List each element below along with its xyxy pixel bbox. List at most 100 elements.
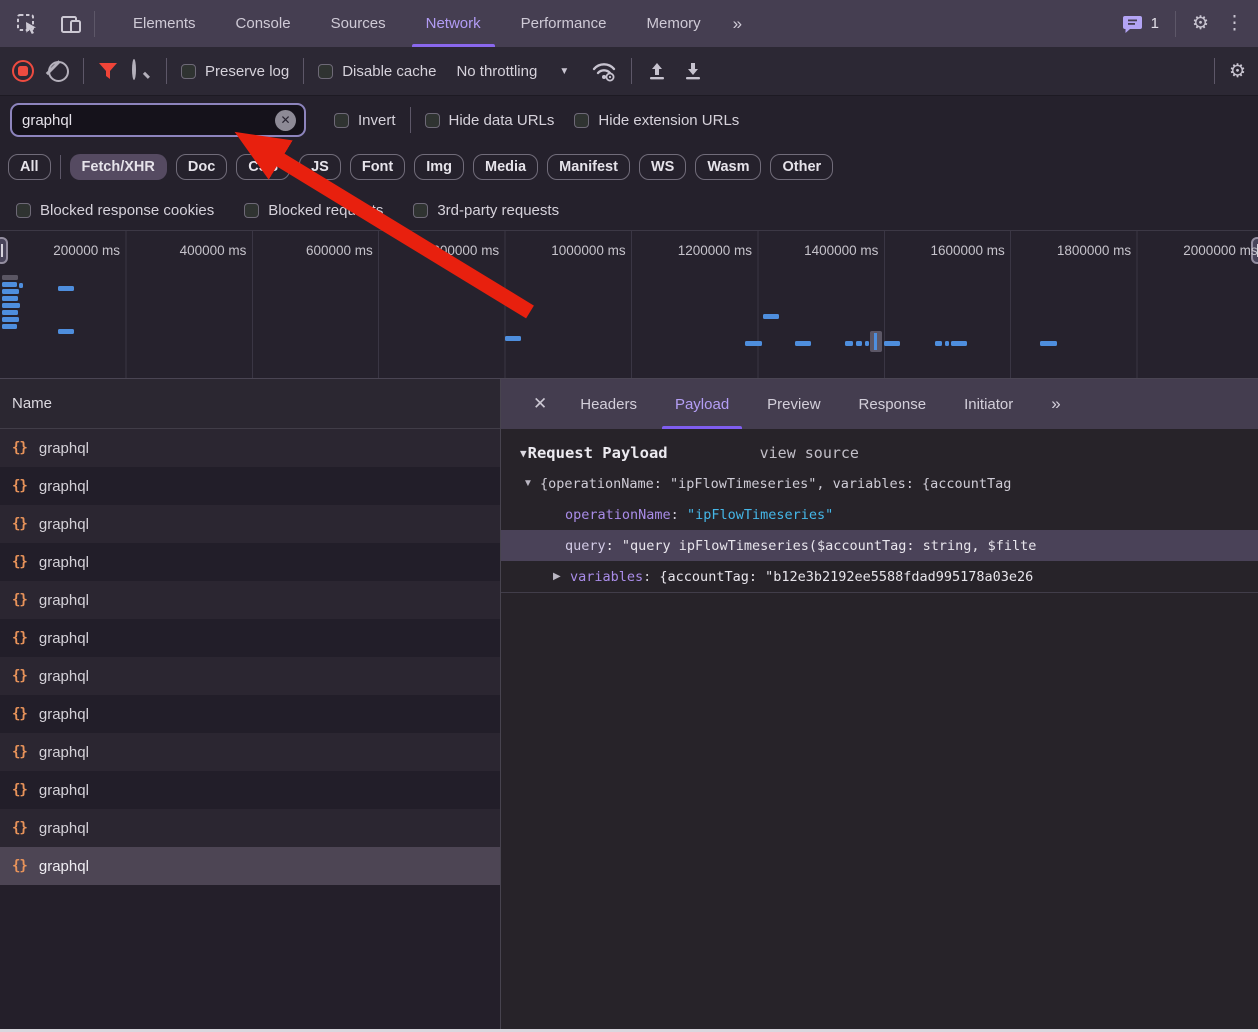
throttling-dropdown[interactable]: No throttling ▼: [456, 63, 569, 80]
request-timing-bar: [2, 324, 17, 329]
payload-line[interactable]: ▼{operationName: "ipFlowTimeseries", var…: [501, 468, 1258, 499]
more-details-tabs-button[interactable]: »: [1036, 379, 1073, 429]
clear-filter-icon[interactable]: ✕: [275, 110, 296, 131]
payload-tree: ▼{operationName: "ipFlowTimeseries", var…: [501, 468, 1258, 592]
network-settings-gear-icon[interactable]: ⚙: [1229, 62, 1246, 81]
type-filter-doc[interactable]: Doc: [176, 154, 227, 180]
settings-gear-icon[interactable]: ⚙: [1192, 14, 1209, 33]
request-timing-bar: [935, 341, 942, 346]
twisty-closed-icon[interactable]: ▶: [553, 571, 570, 582]
close-details-icon[interactable]: ✕: [519, 394, 561, 414]
request-timing-bar: [2, 282, 17, 287]
type-filter-manifest[interactable]: Manifest: [547, 154, 630, 180]
filter-bar: ✕ Invert Hide data URLs Hide extension U…: [0, 96, 1258, 144]
table-row-request[interactable]: {}graphql: [0, 429, 500, 467]
tab-elements[interactable]: Elements: [113, 0, 216, 47]
type-filter-fetch-xhr[interactable]: Fetch/XHR: [70, 154, 167, 180]
network-overview-timeline[interactable]: 200000 ms400000 ms600000 ms800000 ms1000…: [0, 231, 1258, 379]
checkbox[interactable]: [425, 113, 440, 128]
fetch-xhr-icon: {}: [12, 858, 27, 874]
twisty-open-icon[interactable]: ▼: [523, 478, 540, 489]
type-filter-ws[interactable]: WS: [639, 154, 686, 180]
tab-network[interactable]: Network: [406, 0, 501, 47]
blocked-response-cookies-checkbox[interactable]: Blocked response cookies: [16, 202, 214, 219]
filter-input[interactable]: [22, 112, 275, 129]
search-icon[interactable]: [132, 61, 152, 81]
type-filter-media[interactable]: Media: [473, 154, 538, 180]
tab-initiator[interactable]: Initiator: [949, 379, 1028, 429]
hide-extension-urls-checkbox[interactable]: Hide extension URLs: [574, 112, 739, 129]
view-source-link[interactable]: view source: [760, 444, 859, 462]
preserve-log-checkbox[interactable]: Preserve log: [181, 63, 289, 80]
table-row-request[interactable]: {}graphql: [0, 619, 500, 657]
issues-button[interactable]: 1: [1122, 14, 1159, 34]
checkbox[interactable]: [181, 64, 196, 79]
fetch-xhr-icon: {}: [12, 440, 27, 456]
tab-payload[interactable]: Payload: [660, 379, 744, 429]
table-row-request[interactable]: {}graphql: [0, 809, 500, 847]
table-row-request[interactable]: {}graphql: [0, 771, 500, 809]
filter-icon[interactable]: [98, 62, 118, 80]
table-row-request[interactable]: {}graphql: [0, 695, 500, 733]
request-timing-bar: [763, 314, 779, 319]
request-name: graphql: [39, 858, 89, 875]
checkbox[interactable]: [413, 203, 428, 218]
checkbox[interactable]: [244, 203, 259, 218]
table-row-request[interactable]: {}graphql: [0, 543, 500, 581]
twisty-open-icon: ▼: [520, 447, 527, 460]
fetch-xhr-icon: {}: [12, 478, 27, 494]
table-row-request[interactable]: {}graphql: [0, 657, 500, 695]
table-row-request[interactable]: {}graphql: [0, 467, 500, 505]
clear-network-log-button[interactable]: [48, 61, 69, 82]
hide-data-urls-checkbox[interactable]: Hide data URLs: [425, 112, 555, 129]
table-row-request[interactable]: {}graphql: [0, 581, 500, 619]
type-filter-all[interactable]: All: [8, 154, 51, 180]
import-har-icon[interactable]: [646, 60, 668, 82]
more-panels-button[interactable]: »: [721, 0, 752, 47]
type-filter-wasm[interactable]: Wasm: [695, 154, 761, 180]
tab-preview[interactable]: Preview: [752, 379, 835, 429]
inspect-element-icon[interactable]: [14, 11, 40, 37]
tab-sources[interactable]: Sources: [311, 0, 406, 47]
checkbox[interactable]: [16, 203, 31, 218]
request-name: graphql: [39, 820, 89, 837]
fetch-xhr-icon: {}: [12, 630, 27, 646]
request-payload-section-header[interactable]: ▼ Request Payload view source: [501, 429, 1258, 468]
request-timing-bar: [2, 310, 18, 315]
checkbox[interactable]: [334, 113, 349, 128]
details-tabs: HeadersPayloadPreviewResponseInitiator: [561, 379, 1032, 429]
request-timing-bar: [945, 341, 949, 346]
timeline-tick-label: 1800000 ms: [1011, 243, 1131, 258]
type-filter-font[interactable]: Font: [350, 154, 405, 180]
payload-line[interactable]: operationName: "ipFlowTimeseries": [501, 499, 1258, 530]
name-column-header[interactable]: Name: [0, 379, 500, 429]
request-timing-bar: [2, 275, 18, 280]
table-row-request[interactable]: {} graphql: [0, 847, 500, 885]
payload-line[interactable]: ▶variables: {accountTag: "b12e3b2192ee55…: [501, 561, 1258, 592]
blocked-requests-checkbox[interactable]: Blocked requests: [244, 202, 383, 219]
export-har-icon[interactable]: [682, 60, 704, 82]
fetch-xhr-icon: {}: [12, 782, 27, 798]
invert-checkbox[interactable]: Invert: [334, 112, 396, 129]
type-filter-other[interactable]: Other: [770, 154, 833, 180]
type-filter-css[interactable]: CSS: [236, 154, 290, 180]
tab-headers[interactable]: Headers: [565, 379, 652, 429]
type-filter-js[interactable]: JS: [299, 154, 341, 180]
tab-console[interactable]: Console: [216, 0, 311, 47]
network-conditions-icon[interactable]: [591, 60, 617, 82]
divider: [83, 58, 84, 84]
payload-line[interactable]: query: "query ipFlowTimeseries($accountT…: [501, 530, 1258, 561]
tab-memory[interactable]: Memory: [627, 0, 721, 47]
tab-response[interactable]: Response: [844, 379, 942, 429]
checkbox[interactable]: [318, 64, 333, 79]
record-network-log-button[interactable]: [12, 60, 34, 82]
disable-cache-checkbox[interactable]: Disable cache: [318, 63, 436, 80]
type-filter-img[interactable]: Img: [414, 154, 464, 180]
table-row-request[interactable]: {}graphql: [0, 733, 500, 771]
tab-performance[interactable]: Performance: [501, 0, 627, 47]
checkbox[interactable]: [574, 113, 589, 128]
device-toolbar-icon[interactable]: [58, 11, 84, 37]
3rd-party-requests-checkbox[interactable]: 3rd-party requests: [413, 202, 559, 219]
table-row-request[interactable]: {}graphql: [0, 505, 500, 543]
kebab-menu-icon[interactable]: ⋮: [1225, 14, 1244, 33]
